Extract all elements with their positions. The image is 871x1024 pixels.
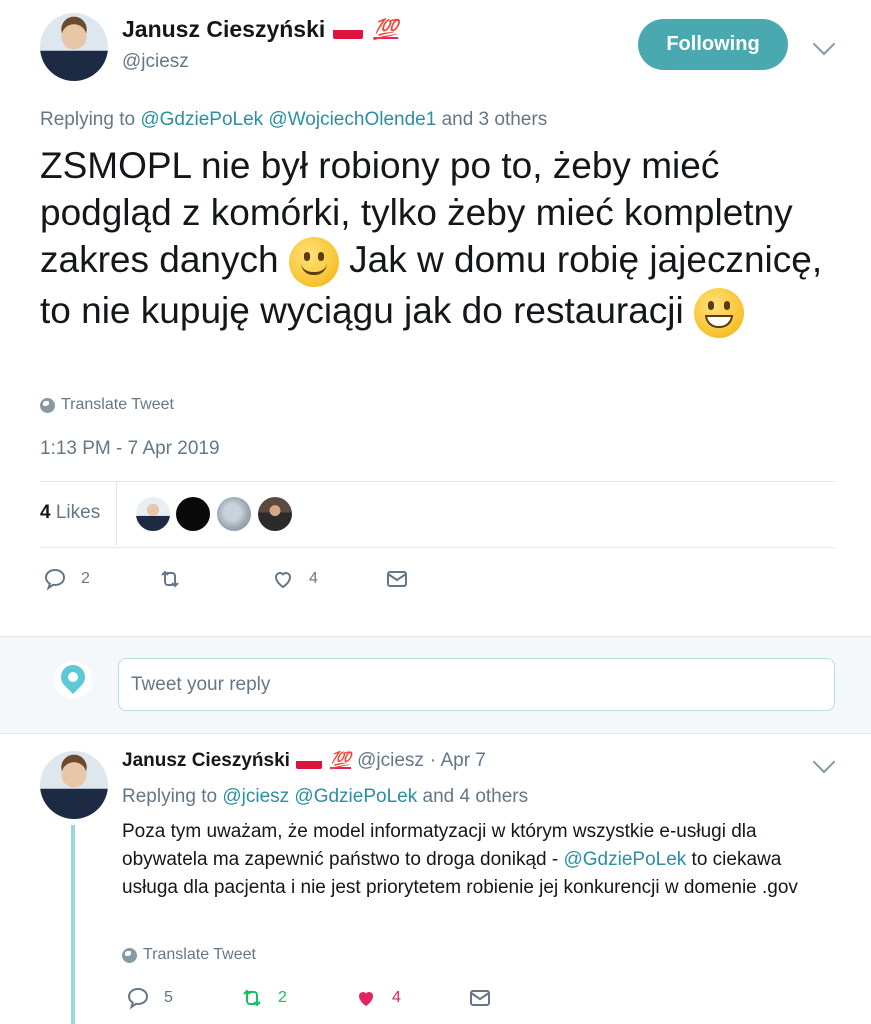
poland-flag-icon <box>295 753 322 769</box>
globe-icon <box>40 397 55 413</box>
others-link[interactable]: and 4 others <box>423 786 529 807</box>
following-button[interactable]: Following <box>638 19 788 70</box>
slightly-smiling-face-icon <box>288 237 339 288</box>
direct-message-action[interactable] <box>385 567 409 591</box>
reply-translate-tweet-link[interactable]: Translate Tweet <box>122 946 256 964</box>
mention-link[interactable]: @GdziePoLek <box>140 109 263 130</box>
reply-author-avatar[interactable] <box>40 751 108 819</box>
heart-filled-icon <box>359 992 373 1006</box>
reply-direct-message-action[interactable] <box>468 986 492 1010</box>
mention-link[interactable]: @GdziePoLek <box>563 849 686 870</box>
translate-tweet-link[interactable]: Translate Tweet <box>40 396 174 414</box>
author-avatar[interactable] <box>40 13 108 81</box>
reply-time: · Apr 7 <box>429 750 486 771</box>
hundred-points-icon: 💯 <box>329 751 352 770</box>
liker-avatar[interactable] <box>258 497 292 531</box>
replying-to: Replying to @GdziePoLek @WojciechOlende1… <box>40 109 548 130</box>
reply-action[interactable]: 2 <box>43 567 90 591</box>
chevron-down-icon <box>812 32 836 56</box>
reply-more-options-button[interactable] <box>812 750 836 774</box>
divider <box>40 481 835 482</box>
reply-icon <box>44 568 66 591</box>
reply-header[interactable]: Janusz Cieszyński 💯 @jciesz · Apr 7 <box>122 750 486 772</box>
envelope-icon <box>387 571 407 587</box>
others-link[interactable]: and 3 others <box>442 109 548 130</box>
tweet-timestamp[interactable]: 1:13 PM - 7 Apr 2019 <box>40 438 220 460</box>
author-name-row[interactable]: Janusz Cieszyński 💯 <box>122 16 398 43</box>
divider <box>40 547 835 548</box>
author-name: Janusz Cieszyński <box>122 16 326 42</box>
heart-icon <box>274 572 292 589</box>
hundred-points-icon: 💯 <box>373 19 399 41</box>
chevron-down-icon <box>812 750 836 774</box>
reply-input[interactable]: Tweet your reply <box>118 658 835 711</box>
globe-icon <box>122 947 137 963</box>
retweet-icon <box>243 989 261 1007</box>
liker-avatar[interactable] <box>136 497 170 531</box>
divider <box>116 482 117 546</box>
reply-like-action[interactable]: 4 <box>354 986 401 1010</box>
retweet-action[interactable] <box>158 567 196 591</box>
poland-flag-icon <box>333 20 364 39</box>
reply-reply-action[interactable]: 5 <box>126 986 173 1010</box>
reply-author-name: Janusz Cieszyński <box>122 750 290 771</box>
user-avatar[interactable] <box>54 660 92 699</box>
likes-count[interactable]: 4 Likes <box>40 502 100 524</box>
tweet-text: ZSMOPL nie był robiony po to, żeby mieć … <box>40 142 850 339</box>
more-options-button[interactable] <box>812 32 836 56</box>
reply-author-handle: @jciesz <box>357 750 424 771</box>
reply-replying-to: Replying to @jciesz @GdziePoLek and 4 ot… <box>122 786 529 807</box>
mention-link[interactable]: @jciesz <box>222 786 289 807</box>
retweet-icon <box>161 570 179 588</box>
mention-link[interactable]: @GdziePoLek <box>294 786 417 807</box>
envelope-icon <box>470 990 490 1006</box>
reply-text: Poza tym uważam, że model informatyzacji… <box>122 821 798 898</box>
liker-avatar[interactable] <box>217 497 251 531</box>
mention-link[interactable]: @WojciechOlende1 <box>268 109 436 130</box>
thread-line <box>71 825 75 1024</box>
like-action[interactable]: 4 <box>271 567 318 591</box>
reply-icon <box>127 987 149 1010</box>
reply-retweet-action[interactable]: 2 <box>240 986 287 1010</box>
grinning-face-icon <box>694 288 745 339</box>
author-handle[interactable]: @jciesz <box>122 51 189 73</box>
liker-avatar[interactable] <box>176 497 210 531</box>
